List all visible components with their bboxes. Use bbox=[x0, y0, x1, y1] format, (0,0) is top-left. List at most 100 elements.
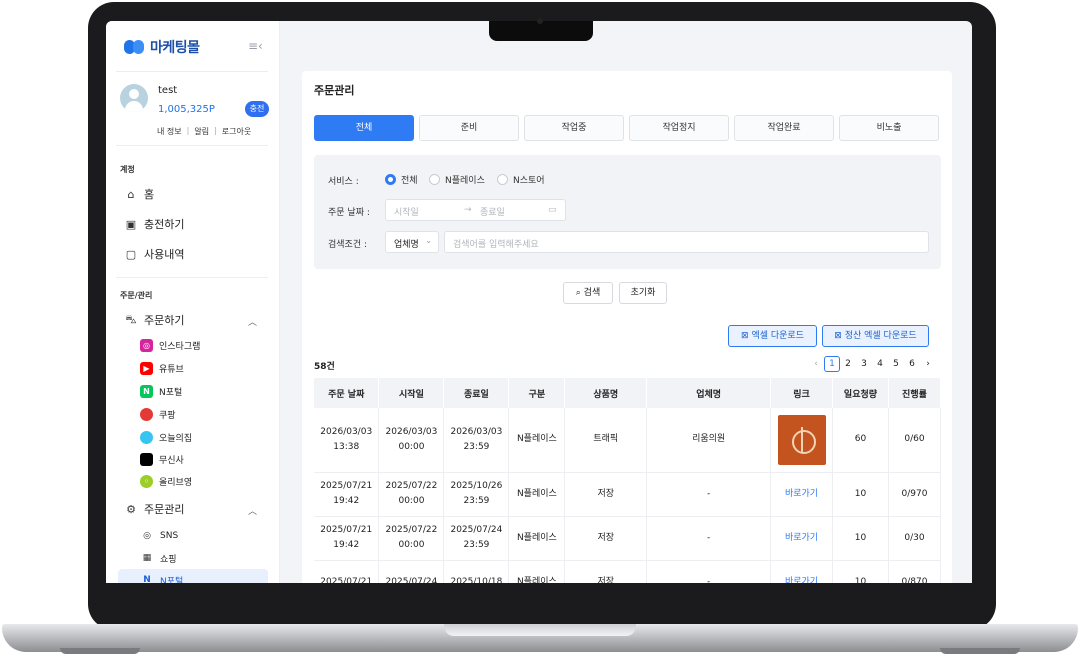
start-date-cell: 2025/07/24 bbox=[378, 560, 445, 583]
date: 2025/10/18 bbox=[450, 576, 503, 584]
sidebar-item-musinsa[interactable]: 무신사 bbox=[140, 453, 184, 466]
tab-all[interactable]: 전체 bbox=[314, 115, 414, 141]
sidebar-item-sns[interactable]: ◎ SNS bbox=[140, 529, 178, 543]
table-row[interactable]: 2025/07/21 2025/07/24 2025/10/18 N플레이스 저… bbox=[314, 560, 942, 584]
notifications-link[interactable]: 알림 bbox=[194, 126, 209, 137]
camera-notch bbox=[489, 21, 593, 41]
chevron-left-icon[interactable]: ‹ bbox=[808, 359, 824, 369]
sidebar-item-shopping[interactable]: ▦ 쇼핑 bbox=[140, 551, 177, 565]
chevron-down-icon: ⌄ bbox=[425, 236, 432, 245]
radio-selected-icon bbox=[385, 174, 396, 185]
sidebar-item-label: 사용내역 bbox=[144, 248, 185, 261]
time: 23:59 bbox=[463, 441, 490, 452]
sidebar-item-home[interactable]: ⌂ 홈 bbox=[124, 186, 155, 202]
page-3[interactable]: 3 bbox=[856, 359, 872, 369]
orders-table: 주문 날짜 시작일 종료일 구분 상품명 업체명 링크 일요청량 진행률 202… bbox=[314, 378, 942, 584]
goto-link[interactable]: 바로가기 bbox=[770, 516, 834, 561]
goto-link[interactable]: 바로가기 bbox=[770, 560, 834, 583]
page-2[interactable]: 2 bbox=[840, 359, 856, 369]
screen: 마케팅몰 ≡‹ test 1,005,325P 충전 내 정보 | 알림 | 로… bbox=[106, 21, 972, 583]
excel-icon: ⊠ bbox=[741, 331, 749, 341]
date: 2026/03/03 bbox=[320, 426, 373, 437]
time: 13:38 bbox=[333, 441, 360, 452]
search-button-label: 검색 bbox=[583, 288, 601, 298]
charge-badge-button[interactable]: 충전 bbox=[245, 101, 269, 117]
date-range-picker[interactable]: 시작일 → 종료일 ▭ bbox=[385, 199, 566, 221]
table-row[interactable]: 2026/03/03 13:38 2026/03/03 00:00 2026/03/… bbox=[314, 408, 942, 473]
sidebar-group-manage[interactable]: ⚙ 주문관리 bbox=[124, 501, 184, 517]
search-button[interactable]: ⌕ 검색 bbox=[563, 282, 613, 304]
date: 2026/03/03 bbox=[385, 426, 438, 437]
page-4[interactable]: 4 bbox=[872, 359, 888, 369]
sidebar-group-order[interactable]: ⛍ 주문하기 bbox=[124, 312, 184, 328]
camera-icon bbox=[537, 18, 543, 24]
chevron-up-icon[interactable]: ︿ bbox=[248, 504, 257, 517]
column-header: 일요청량 bbox=[832, 378, 889, 408]
store-icon: ▦ bbox=[142, 553, 152, 563]
date: 2025/07/22 bbox=[385, 481, 438, 491]
search-field-select[interactable]: 업체명 ⌄ bbox=[385, 231, 439, 253]
table-row[interactable]: 2025/07/21 19:42 2025/07/22 00:00 2025/07/… bbox=[314, 516, 942, 561]
sidebar-item-label: 쇼핑 bbox=[160, 554, 177, 565]
sidebar-item-coupang[interactable]: 쿠팡 bbox=[140, 408, 176, 421]
chevron-up-icon[interactable]: ︿ bbox=[248, 315, 257, 328]
sidebar-item-oliveyoung[interactable]: ◦ 올리브영 bbox=[140, 475, 192, 488]
date: 2025/10/26 bbox=[450, 481, 503, 491]
tab-in-progress[interactable]: 작업중 bbox=[524, 115, 624, 141]
radio-service-nplace[interactable]: N플레이스 bbox=[429, 173, 485, 186]
time: 00:00 bbox=[398, 496, 425, 506]
my-info-link[interactable]: 내 정보 bbox=[157, 126, 182, 137]
end-date-cell: 2025/10/18 bbox=[443, 560, 510, 584]
table-row[interactable]: 2025/07/21 19:42 2025/07/22 00:00 2025/10/… bbox=[314, 472, 942, 517]
sidebar-item-nportal[interactable]: N N포털 bbox=[140, 385, 182, 398]
logo[interactable]: 마케팅몰 bbox=[124, 37, 200, 57]
instagram-icon: ◎ bbox=[140, 339, 153, 352]
type-cell: N플레이스 bbox=[508, 472, 566, 517]
pagination: ‹ 1 2 3 4 5 6 › bbox=[808, 356, 936, 372]
link-cell bbox=[770, 408, 834, 473]
home-icon: ⌂ bbox=[127, 187, 135, 201]
sns-icon: ◎ bbox=[143, 531, 151, 541]
radio-service-all[interactable]: 전체 bbox=[385, 173, 418, 186]
sidebar-item-usage[interactable]: ▢ 사용내역 bbox=[124, 246, 185, 262]
type-cell: N플레이스 bbox=[508, 560, 566, 583]
date: 2025/07/21 bbox=[320, 576, 373, 584]
column-header: 진행률 bbox=[888, 378, 942, 408]
daily-request-cell: 60 bbox=[832, 408, 889, 473]
sidebar-item-label: 쿠팡 bbox=[159, 411, 176, 421]
sidebar-item-instagram[interactable]: ◎ 인스타그램 bbox=[140, 339, 200, 352]
chevron-right-icon[interactable]: › bbox=[920, 359, 936, 369]
radio-service-nstore[interactable]: N스토어 bbox=[497, 173, 545, 186]
page-1[interactable]: 1 bbox=[824, 356, 840, 372]
page-6[interactable]: 6 bbox=[904, 359, 920, 369]
logout-link[interactable]: 로그아웃 bbox=[222, 126, 251, 137]
excel-download-button[interactable]: ⊠ 엑셀 다운로드 bbox=[728, 325, 817, 347]
page-5[interactable]: 5 bbox=[888, 359, 904, 369]
tab-completed[interactable]: 작업완료 bbox=[734, 115, 834, 141]
settlement-excel-download-button[interactable]: ⊠ 정산 엑셀 다운로드 bbox=[822, 325, 929, 347]
tab-paused[interactable]: 작업정지 bbox=[629, 115, 729, 141]
reset-button[interactable]: 초기화 bbox=[619, 282, 667, 304]
search-input[interactable]: 검색어를 입력해주세요 bbox=[444, 231, 929, 253]
avatar bbox=[120, 84, 148, 112]
sidebar-item-label: 유튜브 bbox=[159, 365, 184, 375]
progress-cell: 0/60 bbox=[888, 408, 942, 473]
progress-cell: 0/970 bbox=[888, 472, 942, 517]
tab-ready[interactable]: 준비 bbox=[419, 115, 519, 141]
date: 2026/03/03 bbox=[450, 426, 503, 437]
sidebar-item-ohouse[interactable]: 오늘의집 bbox=[140, 431, 192, 444]
product-cell: 저장 bbox=[564, 472, 648, 517]
sidebar-item-nportal-manage[interactable]: N N포털 bbox=[140, 573, 183, 583]
excel-icon: ⊠ bbox=[834, 331, 842, 341]
goto-link[interactable]: 바로가기 bbox=[770, 472, 834, 517]
sidebar-item-charge[interactable]: ▣ 충전하기 bbox=[124, 216, 185, 232]
collapse-menu-icon[interactable]: ≡‹ bbox=[248, 39, 263, 53]
coupang-icon bbox=[140, 408, 153, 421]
daily-request-cell: 10 bbox=[832, 516, 889, 561]
oliveyoung-icon: ◦ bbox=[140, 475, 153, 488]
n-portal-icon: N bbox=[140, 385, 153, 398]
company-cell: - bbox=[646, 516, 772, 561]
sidebar-item-youtube[interactable]: ▶ 유튜브 bbox=[140, 362, 184, 375]
tab-hidden[interactable]: 비노출 bbox=[839, 115, 939, 141]
link-thumbnail[interactable] bbox=[777, 414, 826, 465]
